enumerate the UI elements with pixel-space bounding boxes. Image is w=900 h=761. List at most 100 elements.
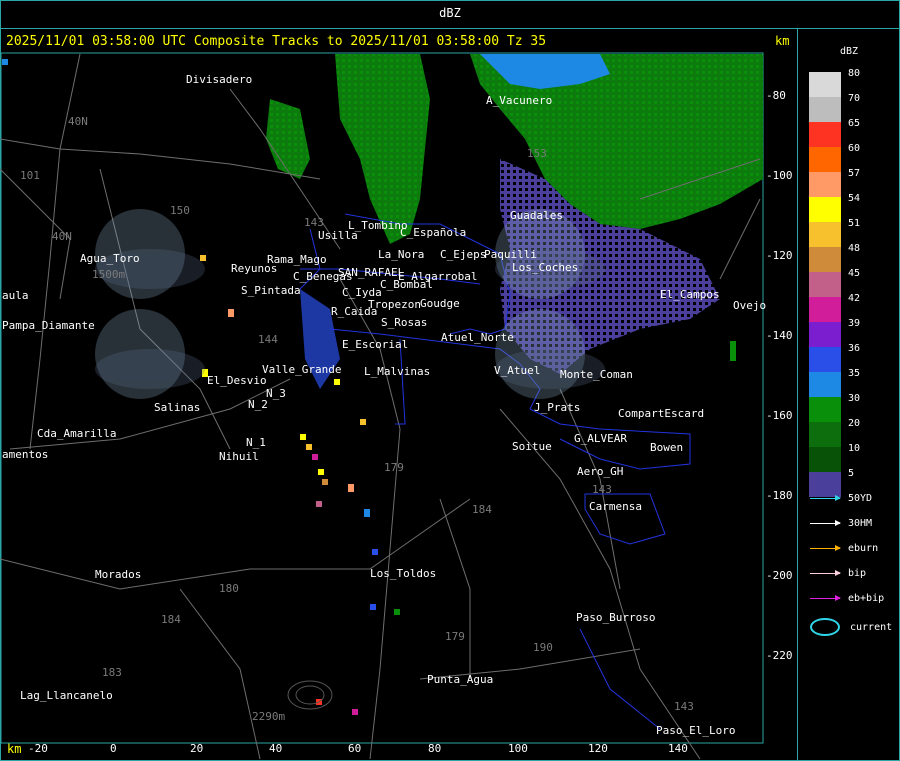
place-label: Atuel_Norte [441,331,514,344]
legend-divider [797,29,798,761]
place-label: La_Nora [378,248,425,261]
road-label: 183 [102,666,122,679]
place-label: Carmensa [589,500,642,513]
place-label: El_Campos [660,288,720,301]
track-legend-item: eburn [810,543,878,554]
y-tick-label: -220 [766,649,793,662]
track-legend-item: 50YD [810,493,872,504]
legend-level-label: 48 [848,243,861,254]
track-legend-label: 50YD [848,493,873,504]
legend-level-label: 57 [848,168,861,179]
arrow-icon [810,494,841,501]
legend-level-label: 42 [848,293,861,304]
place-label: Los_Coches [512,261,579,274]
place-label: Soitue [512,440,552,453]
y-tick-label: -180 [766,489,793,502]
y-tick-label: -100 [766,169,793,182]
x-tick-label: 80 [428,742,442,755]
legend-swatch [809,197,841,222]
road-label: 190 [533,641,553,654]
place-label: El_Desvio [207,374,267,387]
place-label: A_Vacunero [486,94,553,107]
place-label: V_Atuel [494,364,541,377]
place-label: C_Ejeps [440,248,487,261]
place-label: Agua_Toro [80,252,140,265]
place-label: Monte_Coman [560,368,633,381]
x-tick-label: 120 [588,742,608,755]
place-label: Aero_GH [577,465,624,478]
place-label: N_1 [246,436,266,449]
x-tick-label: 40 [269,742,283,755]
track-legend-label: eburn [848,543,879,554]
legend-swatch [809,72,841,97]
arrow-icon [810,519,841,526]
place-label: G_ALVEAR [574,432,627,445]
place-label: C_Española [400,226,467,239]
dacc-watermark-layer [95,209,605,399]
legend-level-label: 51 [848,218,861,229]
place-label: Pampa_Diamante [2,319,95,332]
legend-swatch [809,372,841,397]
place-label: L_Malvinas [364,365,431,378]
legend-swatch [809,272,841,297]
dbz-color-scale [809,72,841,497]
arrow-icon [810,544,841,551]
road-label: 101 [20,169,40,182]
legend-title: dBZ [840,46,859,57]
place-label: N_3 [266,387,286,400]
x-tick-label: 20 [190,742,204,755]
legend-level-label: 5 [848,468,855,479]
arrow-icon [810,594,841,601]
place-label: Bowen [650,441,684,454]
legend-swatch [809,347,841,372]
legend-swatch [809,447,841,472]
current-ellipse-icon [810,618,840,636]
legend-level-label: 60 [848,143,861,154]
place-label: Salinas [154,401,201,414]
legend-level-label: 54 [848,193,861,204]
place-label: R_Caida [331,305,378,318]
place-label: E_Algarrobal [398,270,478,283]
place-label: Goudge [420,297,460,310]
track-legend-item: eb+bip [810,593,884,604]
place-label: Divisadero [186,73,253,86]
place-label: J_Prats [534,401,581,414]
legend-level-label: 10 [848,443,861,454]
place-label: amentos [2,448,49,461]
road-label: 1500m [92,268,126,281]
legend-level-label: 39 [848,318,861,329]
y-tick-label: -200 [766,569,793,582]
x-tick-label: -20 [28,742,48,755]
road-label: 40N [68,115,88,128]
window-title: dBZ [439,6,461,20]
place-label: Ovejo [733,299,767,312]
place-label: Paso_El_Loro [656,724,736,737]
legend-swatch [809,422,841,447]
place-label: Cda_Amarilla [37,427,117,440]
place-label: Lag_Llancanelo [20,689,113,702]
track-legend-label: current [850,622,893,633]
place-label: Valle_Grande [262,363,342,376]
place-label: Punta_Agua [427,673,494,686]
legend-level-label: 65 [848,118,861,129]
track-legend-item: 30HM [810,518,872,529]
legend-level-label: 70 [848,93,861,104]
x-tick-label: 60 [348,742,362,755]
place-label: Usilla [318,229,358,242]
x-tick-label: 100 [508,742,528,755]
road-label: 144 [258,333,278,346]
road-label: 143 [592,483,612,496]
place-label: Paso_Burroso [576,611,656,624]
road-label: 184 [161,613,181,626]
legend-swatch [809,172,841,197]
road-label: 40N [52,230,72,243]
place-label: Guadales [510,209,563,222]
y-tick-label: -120 [766,249,793,262]
place-label: S_Rosas [381,316,428,329]
legend-swatch [809,397,841,422]
y-tick-label: -160 [766,409,793,422]
track-legend-label: 30HM [848,518,873,529]
y-tick-label: -140 [766,329,793,342]
legend-swatch [809,297,841,322]
road-label: 150 [170,204,190,217]
